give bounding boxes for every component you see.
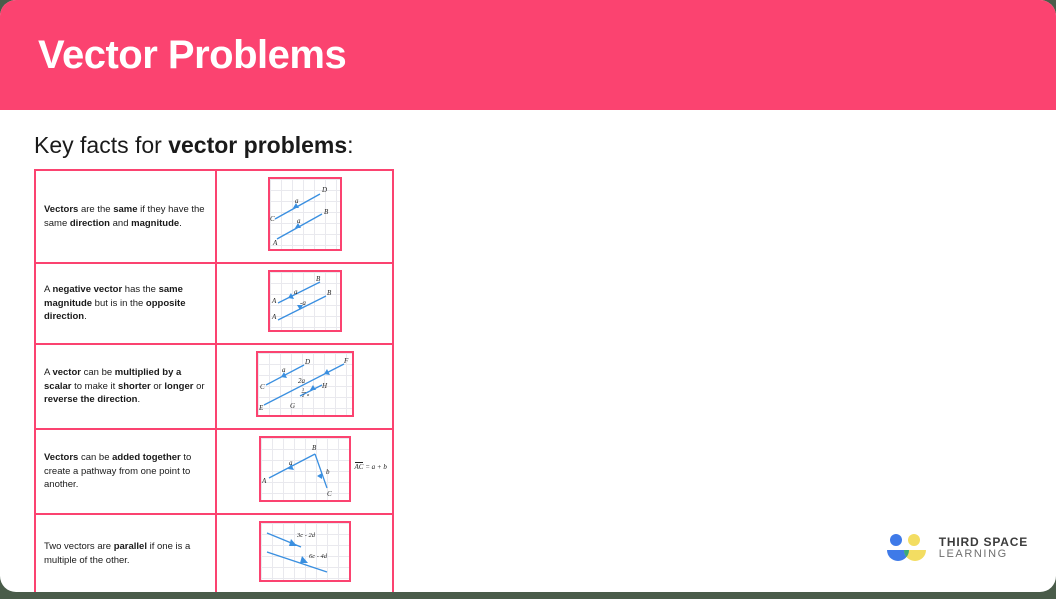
fact-diagram-cell-2: a -a A B A B [216,263,393,344]
scalar-multiple-svg: a 2a C D E F G H 1 2 a [255,351,354,417]
negative-vector-svg: a -a A B A B [267,270,342,332]
label-3c-2d: 3c - 2d [296,532,316,539]
fact-text-3: A vector can be multiplied by a scalar t… [35,344,217,429]
label-a: a [289,459,293,467]
label-b: b [326,468,330,476]
fact-diagram-cell-1: a a A B C D [216,170,393,263]
vector-addition-equation: AC = a + b [354,462,387,471]
label-D: D [321,186,327,194]
negative-vector-diagram: a -a A B A B [267,270,342,332]
label-D: D [304,358,310,366]
equal-vectors-svg: a a A B C D [267,177,342,251]
label-H: H [321,382,328,390]
label-F: F [343,357,349,365]
vector-addition-svg: a b A B C [258,436,351,502]
table-row: Vectors are the same if they have the sa… [35,170,393,263]
label-neg-a: -a [300,299,306,307]
logo-mark-icon [886,534,926,561]
svg-text:a: a [307,392,310,397]
logo-text: THIRD SPACE LEARNING [939,536,1028,560]
label-B-lower: B [327,289,332,297]
equal-vectors-diagram: a a A B C D [267,177,342,251]
logo-blue-head [889,534,902,546]
label-a: a [294,288,298,296]
fact-diagram-cell-4: a b A B C AC = a + b [216,429,393,514]
subtitle-bold: vector problems [168,132,348,158]
key-facts-table: Vectors are the same if they have the sa… [34,169,394,592]
page-title: Vector Problems [38,32,347,77]
label-a: a [282,366,286,374]
table-row: A negative vector has the same magnitude… [35,263,393,344]
label-A-upper: A [271,297,277,305]
label-C: C [260,383,265,391]
label-a-upper: a [295,197,299,205]
fact-text-1: Vectors are the same if they have the sa… [35,170,217,263]
label-G: G [290,402,295,410]
logo-yellow-head [907,534,920,546]
parallel-vectors-diagram: 3c - 2d 6c - 4d [258,521,351,582]
subtitle-prefix: Key facts for [34,132,169,158]
fact-text-5: Two vectors are parallel if one is a mul… [35,514,217,592]
section-subtitle: Key facts for vector problems: [34,132,1056,159]
logo-line-1: THIRD SPACE [938,534,1028,549]
vector-addition-diagram: a b A B C AC = a + b [258,436,387,502]
label-E: E [258,404,264,412]
fact-text-4: Vectors can be added together to create … [35,429,217,514]
slide-page: Vector Problems Key facts for vector pro… [0,0,1056,592]
subtitle-suffix: : [347,132,354,158]
label-B-upper: B [316,275,321,283]
svg-text:1: 1 [302,387,304,392]
label-half-a: 1 2 a [301,387,310,398]
label-a-lower: a [297,217,301,225]
logo-line-2: LEARNING [938,547,1008,560]
label-A-lower: A [271,313,277,321]
label-B: B [324,208,329,216]
label-6c-4d: 6c - 4d [309,553,328,560]
label-B: B [312,444,317,452]
table-row: A vector can be multiplied by a scalar t… [35,344,393,429]
label-A: A [272,239,278,247]
label-2a: 2a [298,377,306,385]
table-row: Two vectors are parallel if one is a mul… [35,514,393,592]
label-A: A [261,477,267,485]
page-header: Vector Problems [0,0,1056,110]
equation-rest: = a + b [363,463,387,471]
table-row: Vectors can be added together to create … [35,429,393,514]
scalar-multiple-diagram: a 2a C D E F G H 1 2 a [255,351,354,417]
fact-diagram-cell-5: 3c - 2d 6c - 4d [216,514,393,592]
parallel-vectors-svg: 3c - 2d 6c - 4d [258,521,351,582]
label-C: C [270,215,275,223]
fact-text-2: A negative vector has the same magnitude… [35,263,217,344]
third-space-learning-logo: THIRD SPACE LEARNING [883,532,1028,564]
fact-diagram-cell-3: a 2a C D E F G H 1 2 a [216,344,393,429]
label-C: C [327,490,332,498]
